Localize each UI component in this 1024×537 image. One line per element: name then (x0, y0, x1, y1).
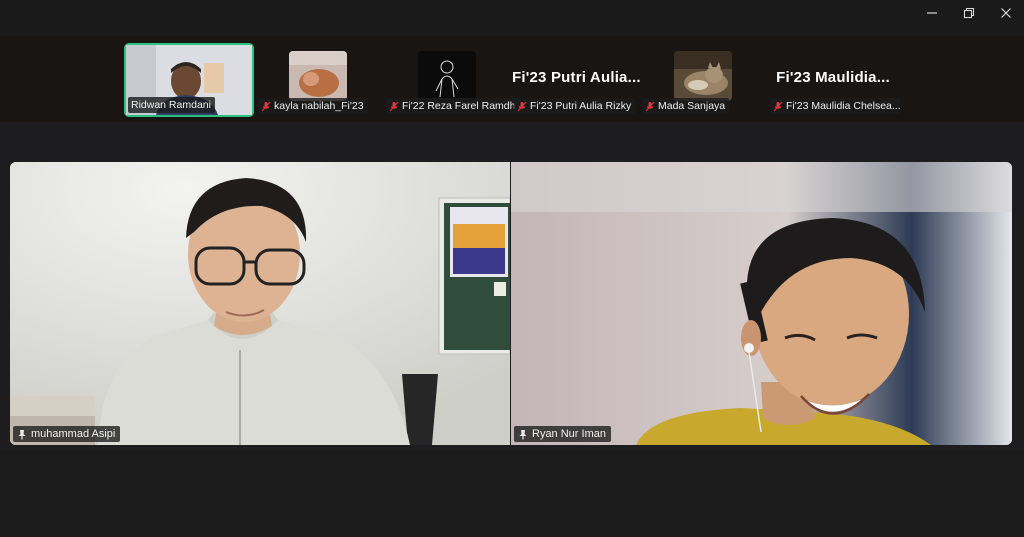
video-tile-ryan[interactable]: Ryan Nur Iman (511, 162, 1012, 445)
participant-name: Fi'22 Reza Farel Ramdh... (402, 100, 516, 112)
video-feed-ryan (511, 162, 1012, 445)
participant-name-text: Fi'23 Putri Aulia... (512, 69, 641, 86)
close-icon (1001, 8, 1011, 18)
participant-name-text: Fi'23 Maulidia... (776, 69, 890, 86)
minimize-button[interactable] (914, 0, 950, 26)
participant-tile-reza[interactable]: Fi'22 Reza Farel Ramdh... (384, 43, 516, 117)
mic-off-icon (517, 101, 527, 111)
participant-name: Mada Sanjaya (658, 100, 726, 112)
participant-tile-putri[interactable]: Fi'23 Putri Aulia... Fi'23 Putri Aulia R… (512, 43, 641, 117)
participant-tile-ridwan[interactable]: Ridwan Ramdani (124, 43, 254, 117)
minimize-icon (927, 12, 937, 14)
participant-name-plate: Fi'23 Maulidia Chelsea... (770, 98, 900, 114)
participant-name-plate: Mada Sanjaya (642, 98, 730, 114)
avatar-image (289, 51, 347, 101)
participant-name: Fi'23 Maulidia Chelsea... (786, 100, 900, 112)
participant-name-plate: Fi'22 Reza Farel Ramdh... (386, 98, 516, 114)
mic-off-icon (261, 101, 271, 111)
video-name-label: muhammad Asipi (13, 426, 121, 442)
video-tile-muhammad[interactable]: muhammad Asipi (10, 162, 510, 445)
participant-name-plate: kayla nabilah_Fi'23 (258, 98, 368, 114)
participant-name: kayla nabilah_Fi'23 (274, 100, 364, 112)
participant-name: Fi'23 Putri Aulia Rizky (530, 100, 632, 112)
pin-icon (18, 429, 26, 439)
bottom-area (0, 450, 1024, 537)
participant-tile-mada[interactable]: Mada Sanjaya (640, 43, 766, 117)
close-button[interactable] (988, 0, 1024, 26)
participant-tile-maulidia[interactable]: Fi'23 Maulidia... Fi'23 Maulidia Chelsea… (768, 43, 900, 117)
mic-off-icon (645, 101, 655, 111)
participant-tile-kayla[interactable]: kayla nabilah_Fi'23 (256, 43, 380, 117)
video-participant-name: muhammad Asipi (31, 428, 116, 440)
mic-off-icon (389, 101, 399, 111)
participant-name: Ridwan Ramdani (131, 99, 211, 111)
participant-avatar-kayla (289, 51, 347, 101)
participant-avatar-mada (674, 51, 732, 101)
pin-icon (519, 429, 527, 439)
avatar-image (674, 51, 732, 101)
restore-button[interactable] (951, 0, 987, 26)
participant-name-plate: Ridwan Ramdani (128, 97, 215, 113)
title-bar (0, 0, 1024, 36)
participant-name-plate: Fi'23 Putri Aulia Rizky (514, 98, 636, 114)
restore-icon (963, 7, 975, 19)
video-name-label: Ryan Nur Iman (514, 426, 611, 442)
video-participant-name: Ryan Nur Iman (532, 428, 606, 440)
mic-off-icon (773, 101, 783, 111)
participant-avatar-reza (418, 51, 476, 101)
video-feed-muhammad (10, 162, 510, 445)
avatar-image (418, 51, 476, 101)
